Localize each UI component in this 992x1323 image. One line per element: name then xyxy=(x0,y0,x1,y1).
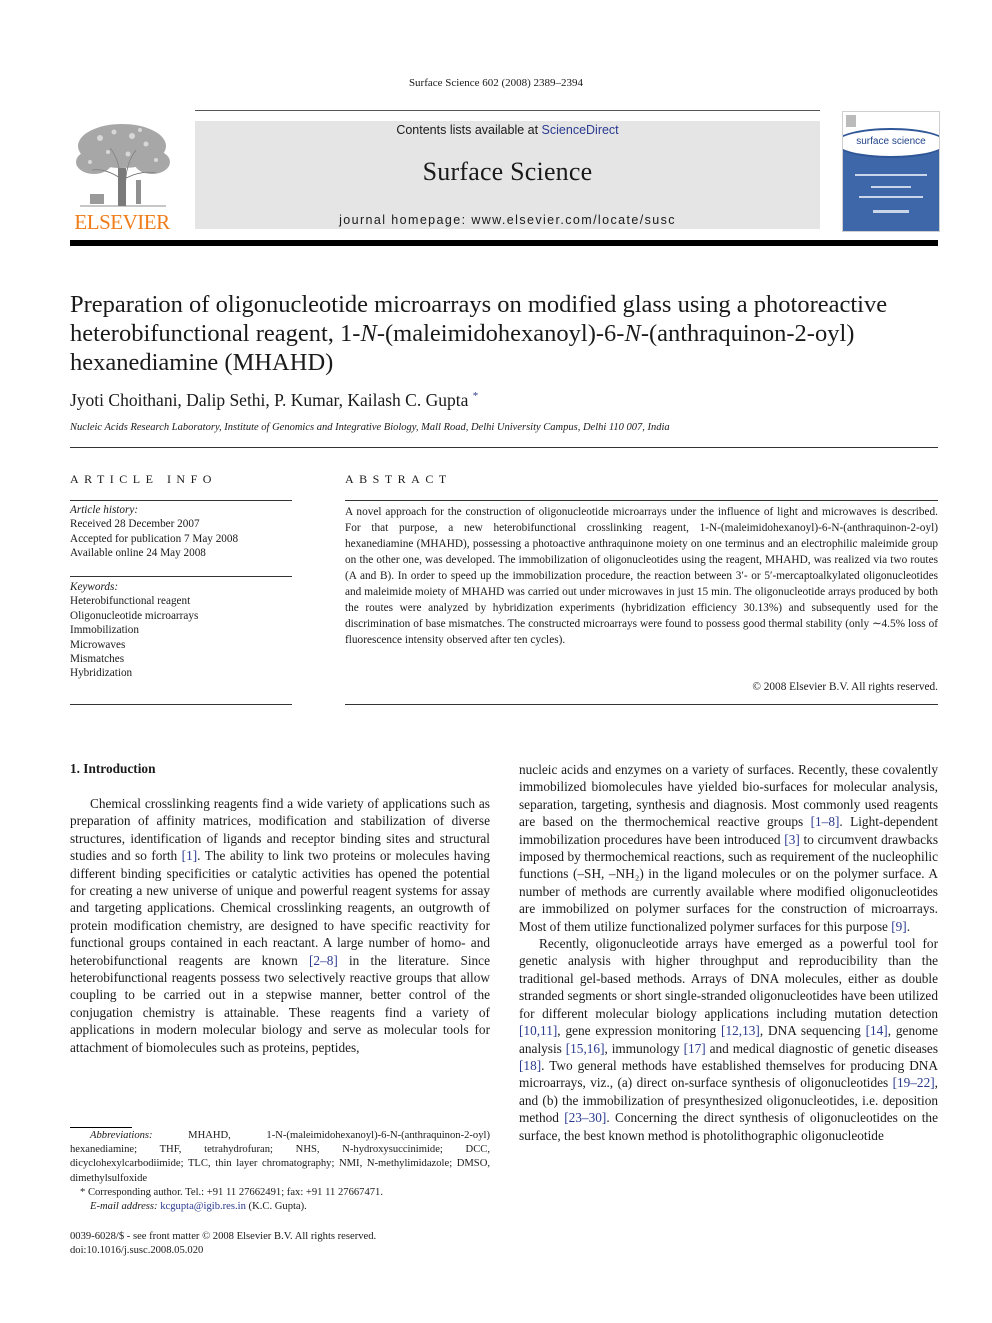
citation-link[interactable]: [14] xyxy=(866,1023,888,1038)
contents-prefix: Contents lists available at xyxy=(396,123,542,137)
sciencedirect-link[interactable]: ScienceDirect xyxy=(542,123,619,137)
elsevier-wordmark: ELSEVIER xyxy=(74,210,170,234)
paragraph-text: and medical diagnostic of genetic diseas… xyxy=(705,1040,939,1056)
divider xyxy=(70,704,292,705)
elsevier-tree-icon xyxy=(76,124,170,207)
abstract-copyright: © 2008 Elsevier B.V. All rights reserved… xyxy=(752,681,938,693)
citation-link[interactable]: [19–22] xyxy=(893,1075,935,1090)
history-label: Article history: xyxy=(70,504,139,516)
body-column-left: Chemical crosslinking reagents find a wi… xyxy=(70,795,490,1056)
authors-text: Jyoti Choithani, Dalip Sethi, P. Kumar, … xyxy=(70,390,469,410)
abbreviations-footnote: Abbreviations: MHAHD, 1-N-(maleimidohexa… xyxy=(70,1129,490,1186)
issn-line: 0039-6028/$ - see front matter © 2008 El… xyxy=(70,1231,377,1242)
intro-paragraph-2: Recently, oligonucleotide arrays have em… xyxy=(519,935,938,1144)
abstract-text: A novel approach for the construction of… xyxy=(345,506,938,646)
paragraph-text: Recently, oligonucleotide arrays have em… xyxy=(519,936,938,1021)
divider xyxy=(70,500,292,501)
cover-title: surface science xyxy=(856,136,926,147)
citation-link[interactable]: [12,13] xyxy=(721,1023,760,1038)
journal-homepage-link[interactable]: journal homepage: www.elsevier.com/locat… xyxy=(195,213,820,227)
citation-link[interactable]: [1] xyxy=(182,848,198,863)
paragraph-text: . The ability to link two proteins or mo… xyxy=(70,848,490,968)
paragraph-text: , immunology xyxy=(604,1040,684,1056)
author-list: Jyoti Choithani, Dalip Sethi, P. Kumar, … xyxy=(70,390,478,411)
affiliation: Nucleic Acids Research Laboratory, Insti… xyxy=(70,422,670,433)
citation-link[interactable]: [2–8] xyxy=(309,953,338,968)
cover-blue-panel xyxy=(843,148,939,231)
article-info-heading: ARTICLE INFO xyxy=(70,472,217,486)
cover-text-line xyxy=(855,174,927,176)
contents-line: Contents lists available at ScienceDirec… xyxy=(195,123,820,137)
citation-link[interactable]: [10,11] xyxy=(519,1023,557,1038)
citation-link[interactable]: [17] xyxy=(684,1041,706,1056)
intro-paragraph-1: Chemical crosslinking reagents find a wi… xyxy=(70,795,490,1056)
paragraph-text: , gene expression monitoring xyxy=(557,1023,722,1039)
keywords: Keywords: Heterobifunctional reagent Oli… xyxy=(70,580,292,681)
citation-link[interactable]: [23–30] xyxy=(564,1110,606,1125)
corresponding-author-footnote: * Corresponding author. Tel.: +91 11 276… xyxy=(80,1186,384,1198)
email-link[interactable]: kcgupta@igib.res.in xyxy=(160,1201,246,1212)
email-suffix: (K.C. Gupta). xyxy=(245,1201,307,1213)
citation-link[interactable]: [9] xyxy=(891,919,907,934)
cover-text-line xyxy=(859,196,923,198)
journal-name: Surface Science xyxy=(422,157,593,186)
front-matter: 0039-6028/$ - see front matter © 2008 El… xyxy=(70,1230,490,1259)
divider xyxy=(70,447,938,448)
keywords-label: Keywords: xyxy=(70,581,119,593)
email-label: E-mail address: xyxy=(90,1201,158,1213)
history-online: Available online 24 May 2008 xyxy=(70,547,206,560)
abbreviations-label: Abbreviations: xyxy=(90,1130,153,1141)
journal-banner: Contents lists available at ScienceDirec… xyxy=(195,121,820,229)
email-footnote: E-mail address: kcgupta@igib.res.in (K.C… xyxy=(70,1200,490,1214)
corresponding-author-mark[interactable]: * xyxy=(473,390,479,402)
keyword: Immobilization xyxy=(70,624,139,637)
title-text: -(maleimidohexanoyl)-6- xyxy=(376,320,625,347)
running-head: Surface Science 602 (2008) 2389–2394 xyxy=(408,77,584,89)
journal-cover-thumbnail[interactable]: surface science xyxy=(842,111,940,232)
keyword: Mismatches xyxy=(70,653,125,666)
footnotes: Abbreviations: MHAHD, 1-N-(maleimidohexa… xyxy=(70,1129,490,1214)
title-italic-n: N xyxy=(624,320,641,347)
divider xyxy=(345,704,938,705)
section-heading-introduction: 1. Introduction xyxy=(70,761,156,776)
divider xyxy=(70,576,292,577)
paragraph-text: , DNA sequencing xyxy=(759,1023,866,1039)
footnote-rule xyxy=(70,1127,132,1128)
body-column-right: nucleic acids and enzymes on a variety o… xyxy=(519,761,938,1144)
abstract-heading: ABSTRACT xyxy=(345,472,452,486)
article-title: Preparation of oligonucleotide microarra… xyxy=(70,290,950,377)
cover-text-line xyxy=(873,210,909,213)
paragraph-text: . Two general methods have established t… xyxy=(519,1057,938,1091)
history-received: Received 28 December 2007 xyxy=(70,518,200,531)
keyword: Hybridization xyxy=(70,667,133,680)
article-history: Article history: Received 28 December 20… xyxy=(70,503,292,561)
divider xyxy=(345,500,938,501)
title-italic-n: N xyxy=(360,320,377,347)
doi[interactable]: doi:10.1016/j.susc.2008.05.020 xyxy=(70,1244,490,1258)
citation-link[interactable]: [3] xyxy=(784,832,800,847)
cover-publisher-icon xyxy=(846,115,856,127)
history-accepted: Accepted for publication 7 May 2008 xyxy=(70,532,239,545)
citation-link[interactable]: [15,16] xyxy=(566,1041,605,1056)
header-rule xyxy=(195,110,820,111)
paragraph-text: . xyxy=(906,918,911,934)
header-thick-rule xyxy=(70,240,938,246)
citation-link[interactable]: [1–8] xyxy=(811,814,840,829)
keyword: Microwaves xyxy=(70,638,126,651)
keyword: Heterobifunctional reagent xyxy=(70,595,191,608)
intro-paragraph-1-continued: nucleic acids and enzymes on a variety o… xyxy=(519,761,938,935)
keyword: Oligonucleotide microarrays xyxy=(70,609,199,622)
citation-link[interactable]: [18] xyxy=(519,1058,541,1073)
cover-text-line xyxy=(871,186,911,188)
